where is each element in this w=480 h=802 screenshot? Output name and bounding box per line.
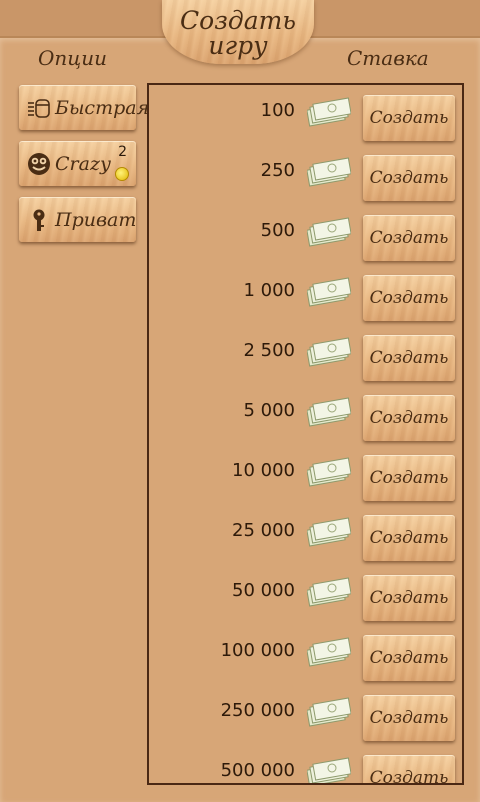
- create-game-button[interactable]: Создать: [363, 755, 455, 785]
- stake-row: 5 000 Создать: [149, 385, 462, 445]
- stake-row: 50 000 Создать: [149, 565, 462, 625]
- stake-row: 250 Создать: [149, 145, 462, 205]
- stake-amount: 25 000: [232, 520, 295, 541]
- stake-amount: 250: [260, 160, 295, 181]
- banknote-stack-icon: [307, 517, 351, 547]
- create-button-label: Создать: [369, 588, 449, 608]
- stake-amount: 5 000: [243, 400, 295, 421]
- stake-amount: 250 000: [220, 700, 295, 721]
- stake-header: Ставка: [347, 46, 429, 70]
- create-game-button[interactable]: Создать: [363, 275, 455, 321]
- stake-amount: 500: [260, 220, 295, 241]
- stake-row: 250 000 Создать: [149, 685, 462, 745]
- create-button-label: Создать: [369, 708, 449, 728]
- banknote-stack-icon: [307, 157, 351, 187]
- title-tab: Создать игру: [162, 0, 314, 64]
- banknote-stack-icon: [307, 337, 351, 367]
- crazy-face-icon: [28, 152, 50, 175]
- page-title-line1: Создать: [180, 6, 296, 35]
- create-button-label: Создать: [369, 168, 449, 188]
- private-game-button[interactable]: Приват: [19, 197, 136, 242]
- banknote-stack-icon: [307, 757, 351, 783]
- create-button-label: Создать: [369, 408, 449, 428]
- quick-game-label: Быстрая: [55, 96, 150, 119]
- private-game-label: Приват: [55, 208, 137, 231]
- create-button-label: Создать: [369, 228, 449, 248]
- stake-list[interactable]: 100 Создать 250 Создать 500 Создать 1 00…: [147, 83, 464, 785]
- banknote-stack-icon: [307, 457, 351, 487]
- create-button-label: Создать: [369, 348, 449, 368]
- create-game-button[interactable]: Создать: [363, 575, 455, 621]
- stake-amount: 10 000: [232, 460, 295, 481]
- crazy-game-button[interactable]: Crazy 2: [19, 141, 136, 186]
- create-game-button[interactable]: Создать: [363, 515, 455, 561]
- stake-amount: 50 000: [232, 580, 295, 601]
- quick-game-icon: [28, 98, 50, 118]
- banknote-stack-icon: [307, 577, 351, 607]
- options-header: Опции: [38, 46, 107, 70]
- crazy-count-badge: 2: [118, 144, 127, 160]
- create-button-label: Создать: [369, 528, 449, 548]
- create-button-label: Создать: [369, 768, 449, 785]
- banknote-stack-icon: [307, 97, 351, 127]
- create-game-button[interactable]: Создать: [363, 155, 455, 201]
- stake-row: 2 500 Создать: [149, 325, 462, 385]
- create-button-label: Создать: [369, 648, 449, 668]
- banknote-stack-icon: [307, 217, 351, 247]
- stake-amount: 100: [260, 100, 295, 121]
- stake-amount: 500 000: [220, 760, 295, 781]
- stake-amount: 1 000: [243, 280, 295, 301]
- stake-row: 100 000 Создать: [149, 625, 462, 685]
- create-button-label: Создать: [369, 288, 449, 308]
- stake-row: 500 000 Создать: [149, 745, 462, 785]
- banknote-stack-icon: [307, 637, 351, 667]
- banknote-stack-icon: [307, 397, 351, 427]
- crazy-game-label: Crazy: [55, 152, 111, 175]
- coin-icon: [115, 167, 129, 181]
- create-game-button[interactable]: Создать: [363, 455, 455, 501]
- banknote-stack-icon: [307, 697, 351, 727]
- stake-row: 10 000 Создать: [149, 445, 462, 505]
- create-game-button[interactable]: Создать: [363, 635, 455, 681]
- stake-row: 25 000 Создать: [149, 505, 462, 565]
- create-game-button[interactable]: Создать: [363, 395, 455, 441]
- create-button-label: Создать: [369, 108, 449, 128]
- key-icon: [33, 209, 45, 231]
- create-game-button[interactable]: Создать: [363, 695, 455, 741]
- quick-game-button[interactable]: Быстрая: [19, 85, 149, 130]
- stake-amount: 2 500: [243, 340, 295, 361]
- create-game-button[interactable]: Создать: [363, 95, 455, 141]
- stake-row: 1 000 Создать: [149, 265, 462, 325]
- stake-amount: 100 000: [220, 640, 295, 661]
- stake-row: 500 Создать: [149, 205, 462, 265]
- create-button-label: Создать: [369, 468, 449, 488]
- create-game-button[interactable]: Создать: [363, 335, 455, 381]
- stake-row: 100 Создать: [149, 85, 462, 145]
- page-title-line2: игру: [208, 31, 268, 60]
- banknote-stack-icon: [307, 277, 351, 307]
- create-game-button[interactable]: Создать: [363, 215, 455, 261]
